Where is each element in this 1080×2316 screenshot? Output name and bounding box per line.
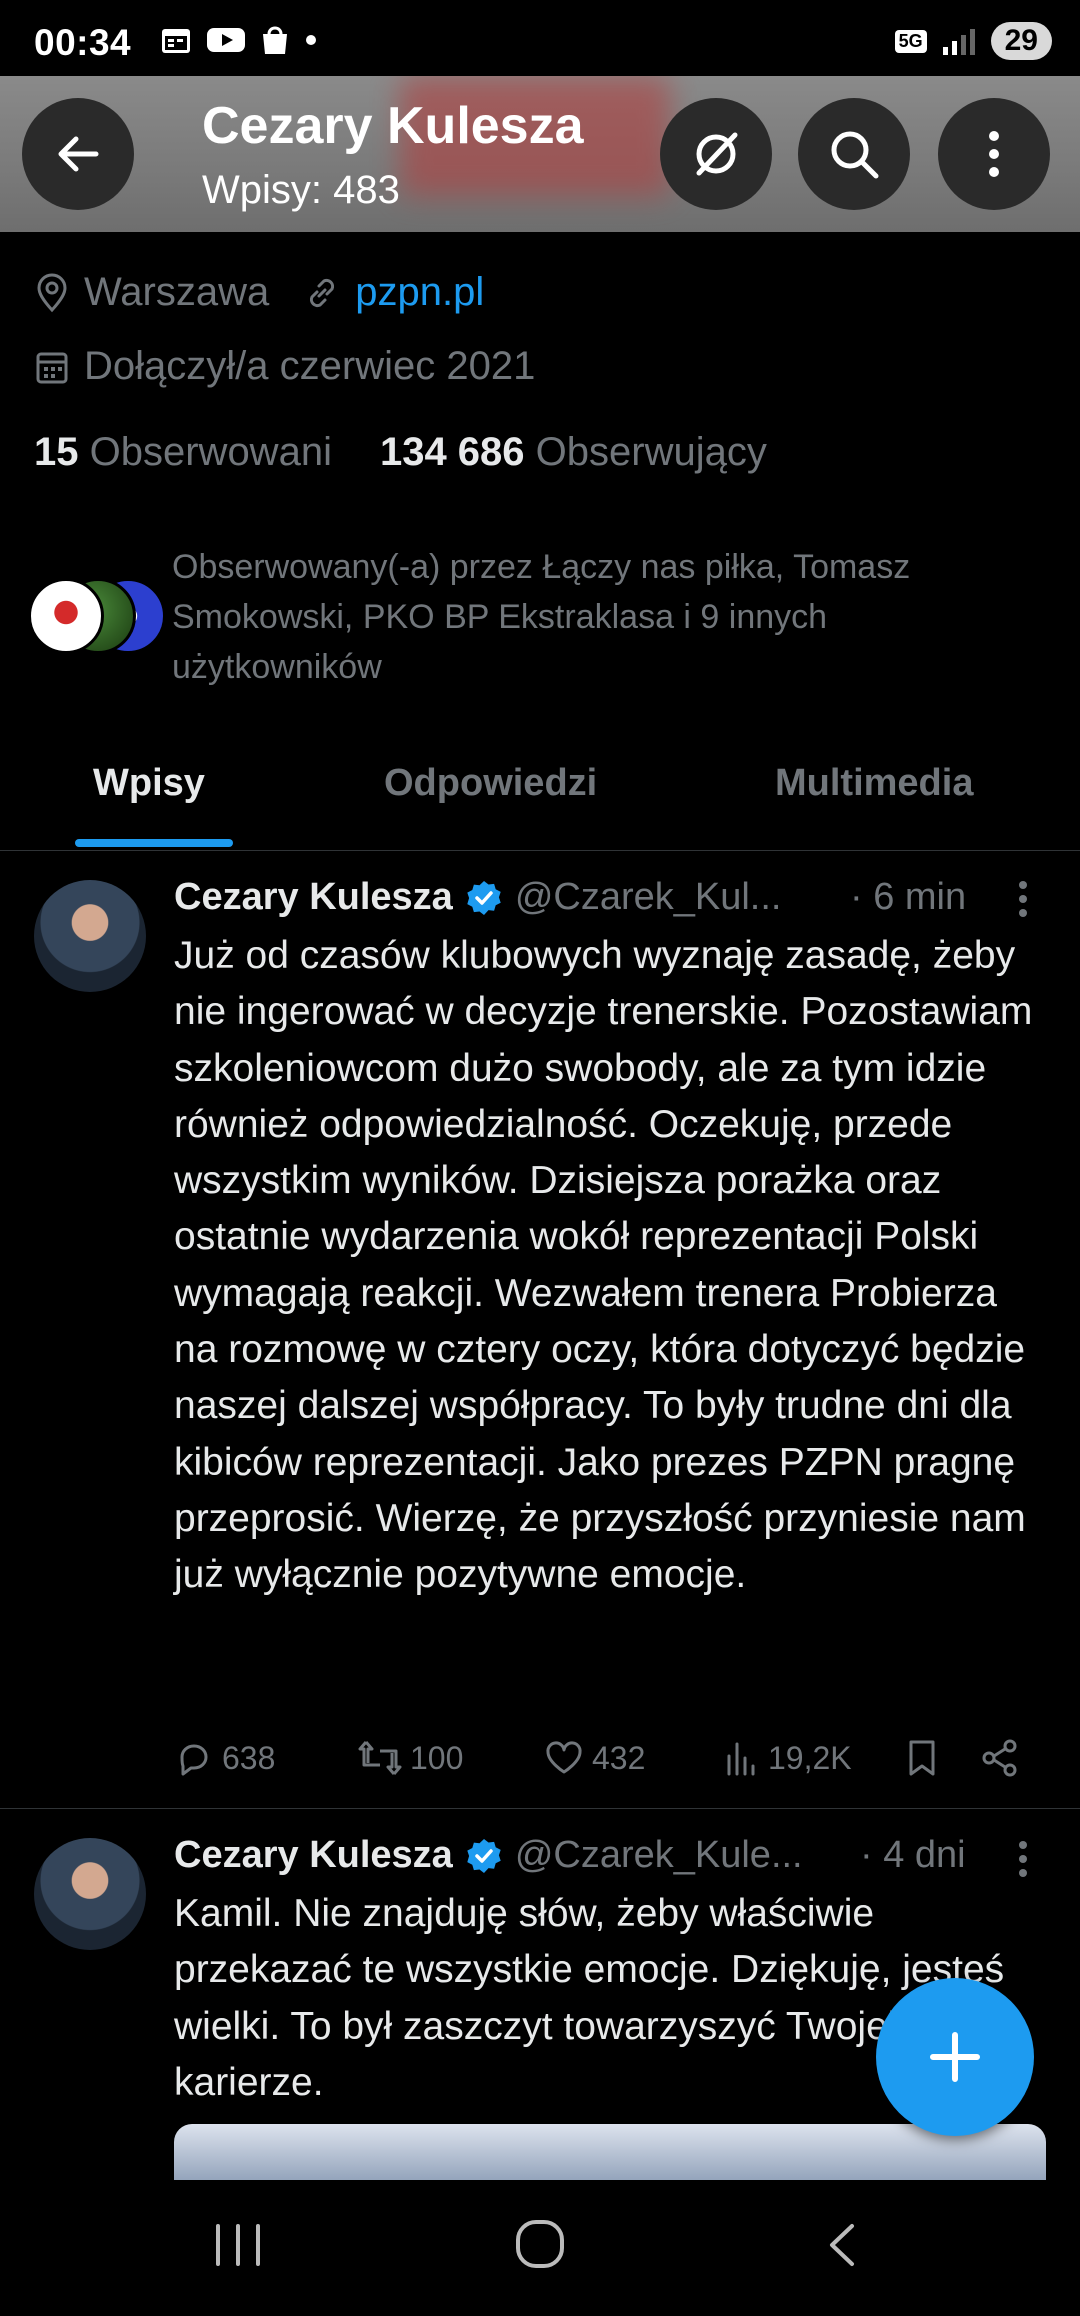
views-button[interactable]: 19,2K [724,1738,852,1778]
share-button[interactable] [980,1738,1020,1778]
youtube-icon [207,28,245,52]
profile-website-link[interactable]: pzpn.pl [355,270,484,315]
tweet-timestamp[interactable]: · 6 min [850,876,966,919]
recent-apps-icon [216,2224,260,2266]
search-button[interactable] [798,98,910,210]
followed-by-avatars[interactable] [28,578,168,654]
search-icon [831,131,879,179]
active-tab-indicator [75,839,233,847]
profile-meta-row: Warszawa pzpn.pl [34,270,484,315]
notification-icons [160,24,318,56]
follow-counts: 15 Obserwowani 134 686 Obserwujący [34,430,767,475]
share-icon [982,1739,1017,1777]
like-button[interactable]: 432 [544,1738,645,1778]
compose-post-button[interactable] [876,1978,1034,2136]
profile-joined-row: Dołączył/a czerwiec 2021 [34,344,535,389]
tweet-more-button[interactable] [1014,876,1032,932]
following-label: Obserwowani [89,430,332,474]
more-vertical-icon [1019,1841,1027,1877]
tweet-author-handle[interactable]: @Czarek_Kul... [515,876,782,919]
shopping-bag-icon [263,26,287,54]
arrow-left-icon [58,136,99,172]
system-indicators: 5G 29 [894,22,1052,60]
repost-count: 100 [410,1739,464,1776]
tab-replies[interactable]: Odpowiedzi [384,762,597,805]
followers-label: Obserwujący [535,430,767,474]
repost-icon [358,1741,402,1775]
tab-media[interactable]: Multimedia [775,762,973,805]
views-count: 19,2K [768,1739,852,1776]
status-bar: 00:34 5G 29 [0,0,1080,76]
more-options-button[interactable] [938,98,1050,210]
header-name: Cezary Kulesza [202,97,584,155]
home-button[interactable] [512,2216,568,2277]
following-link[interactable]: 15 Obserwowani [34,430,332,475]
heart-icon [546,1741,582,1774]
avatar [28,578,104,654]
profile-joined-date: Dołączył/a czerwiec 2021 [84,344,536,388]
tweet-actions: 638 100 432 19,2K [174,1738,1034,1798]
tweet-text: Już od czasów klubowych wyznaję zasadę, … [174,934,1033,1597]
calendar-icon [36,352,68,383]
reply-count: 638 [222,1739,276,1776]
avatar[interactable] [34,1838,146,1950]
calendar-icon [162,29,190,53]
tweet-timestamp[interactable]: · 4 dni [860,1834,966,1877]
tweet-divider [0,1808,1080,1809]
profile-tabs: Wpisy Odpowiedzi Multimedia [0,740,1080,851]
like-count: 432 [592,1739,646,1776]
views-chart-icon [727,1742,755,1776]
bookmark-button[interactable] [904,1738,940,1778]
chevron-left-icon [830,2224,854,2266]
network-5g-icon: 5G [894,29,927,53]
verified-badge-icon [467,1838,501,1873]
home-icon [516,2220,564,2268]
tweet-more-button[interactable] [1014,1836,1032,1892]
bookmark-icon [909,1740,935,1776]
grok-icon [696,132,738,176]
followed-by-text[interactable]: Obserwowany(-a) przez Łączy nas piłka, T… [172,542,1032,692]
avatar[interactable] [34,880,146,992]
more-vertical-icon [989,131,999,177]
dot-icon [306,35,316,45]
battery-indicator: 29 [990,22,1052,60]
tweet-author-name[interactable]: Cezary Kulesza [174,1834,453,1877]
grok-button[interactable] [660,98,772,210]
tweet-author-name[interactable]: Cezary Kulesza [174,876,453,919]
back-button[interactable] [22,98,134,210]
reply-button[interactable]: 638 [174,1738,275,1778]
plus-icon [930,2032,980,2082]
followers-link[interactable]: 134 686 Obserwujący [380,430,767,475]
more-vertical-icon [1019,881,1027,917]
tweet-header: Cezary Kulesza @Czarek_Kul... [174,876,781,919]
profile-location: Warszawa [84,270,270,314]
location-pin-icon [37,273,67,312]
profile-header-banner: Cezary Kulesza Wpisy: 483 [0,76,1080,232]
reply-icon [180,1744,208,1776]
following-count: 15 [34,430,79,474]
status-time: 00:34 [34,22,132,63]
system-navigation-bar [0,2180,1080,2316]
verified-badge-icon [467,880,501,915]
tab-posts[interactable]: Wpisy [93,762,205,805]
header-posts-count: Wpisy: 483 [202,168,400,212]
tweet-media-image[interactable] [174,2124,1046,2184]
tweet-header: Cezary Kulesza @Czarek_Kule... [174,1834,803,1877]
system-back-button[interactable] [818,2220,868,2275]
followers-count: 134 686 [379,430,525,474]
repost-button[interactable]: 100 [358,1738,463,1778]
tweet-author-handle[interactable]: @Czarek_Kule... [515,1834,803,1877]
link-icon [310,278,335,307]
recent-apps-button[interactable] [210,2220,266,2275]
signal-icon [942,29,975,55]
